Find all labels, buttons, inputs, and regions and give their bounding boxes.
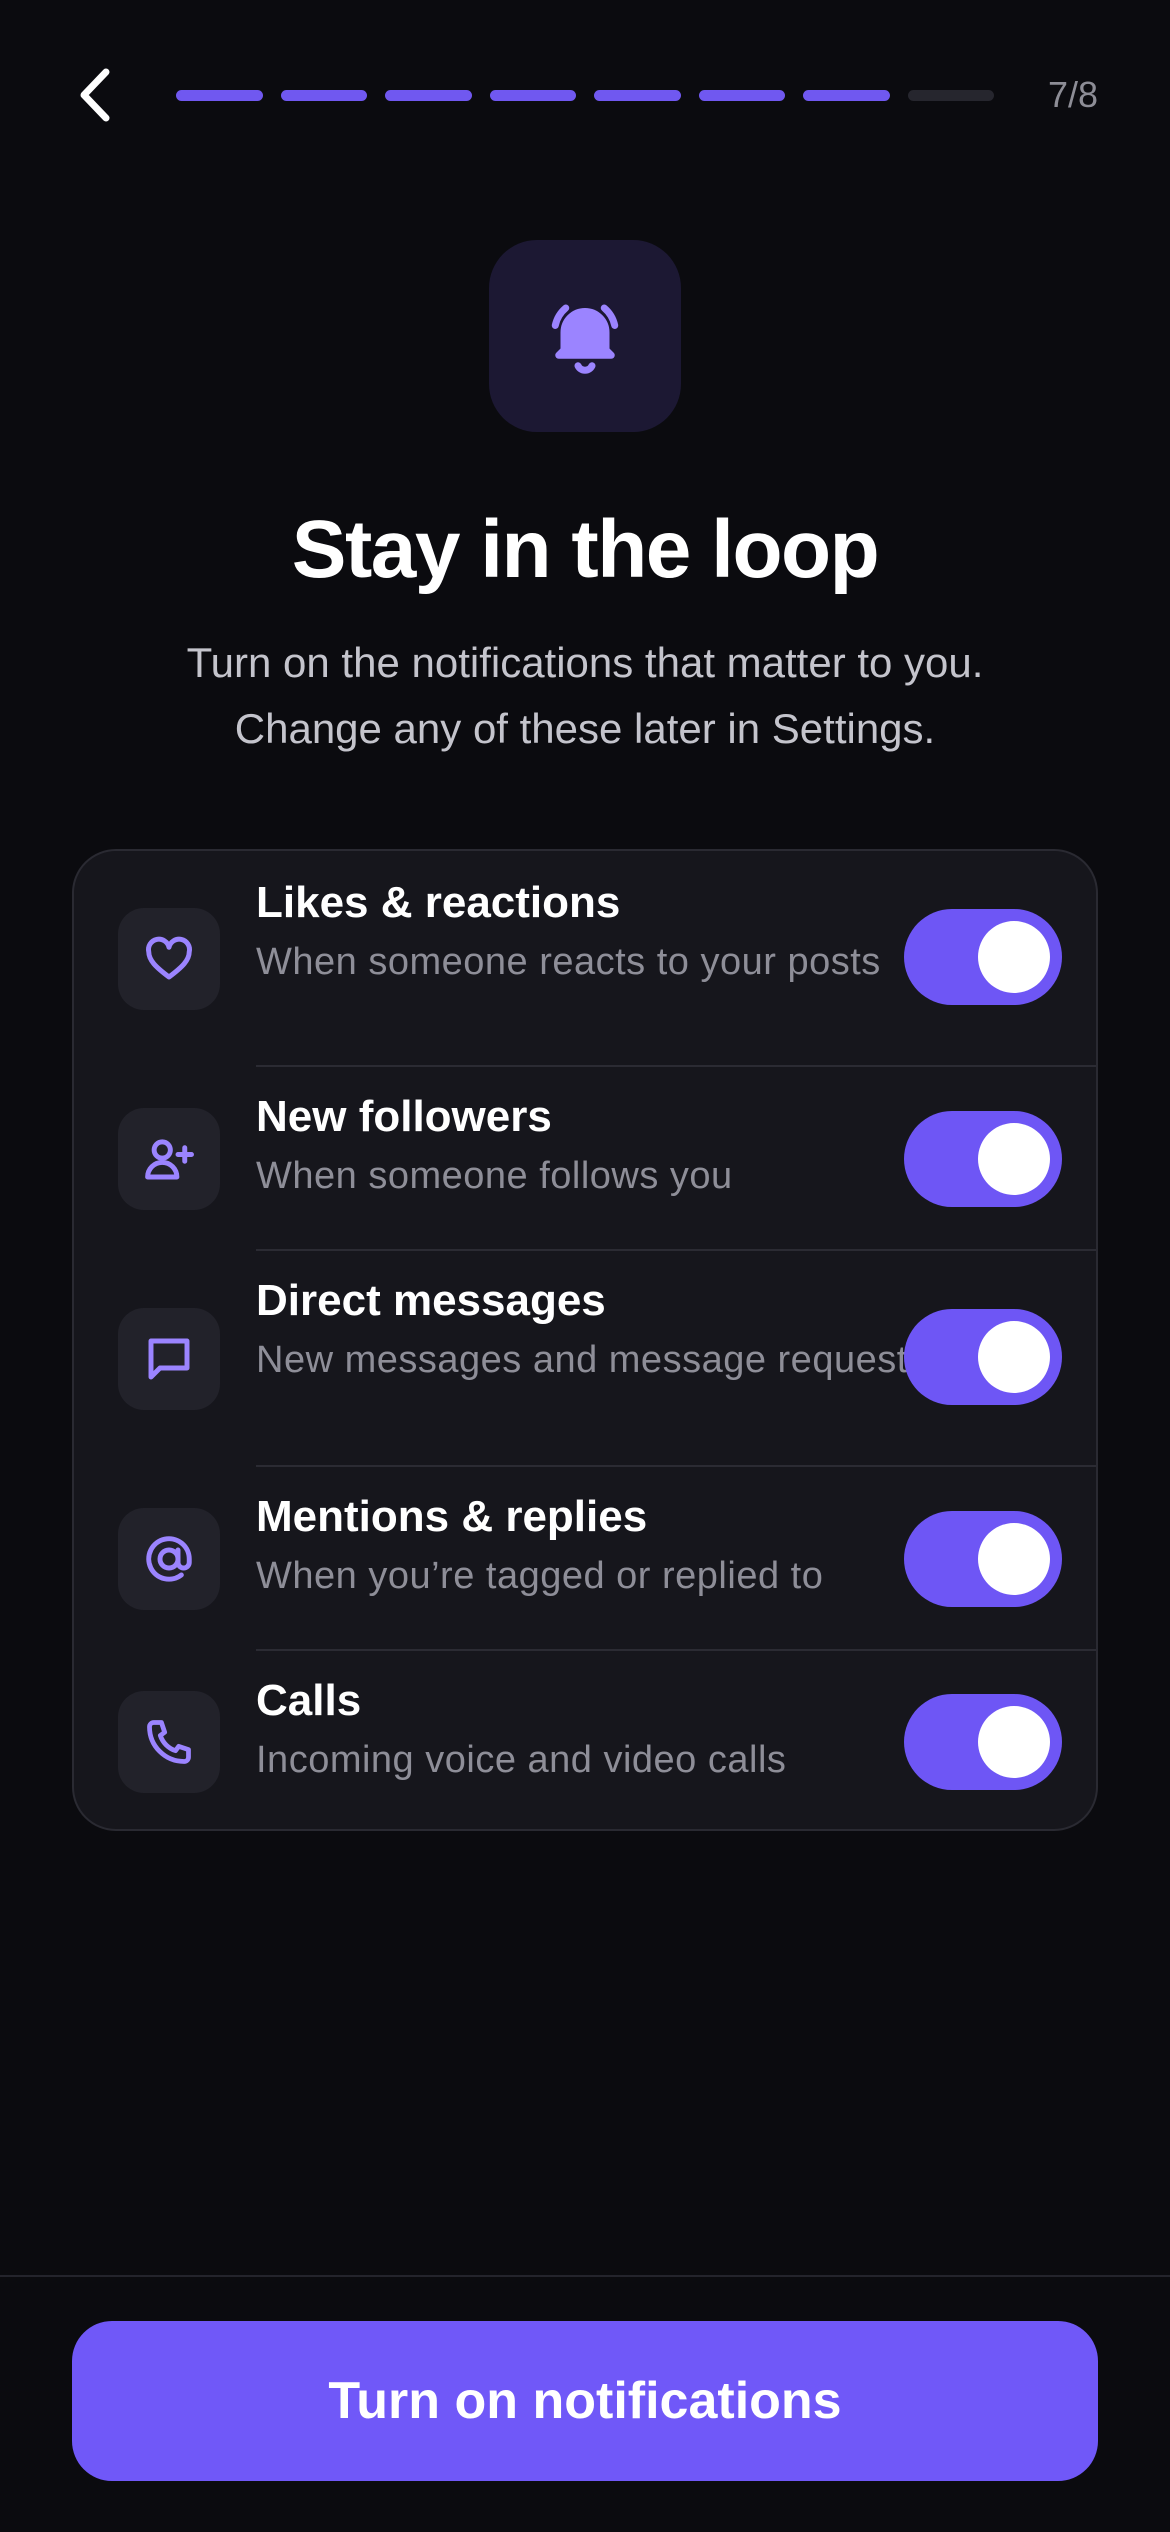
- setting-description: Incoming voice and video calls: [256, 1739, 787, 1781]
- toggle-knob: [978, 1523, 1050, 1595]
- toggle-calls[interactable]: [904, 1694, 1062, 1790]
- notifications-onboarding-screen: 7/8 Stay in the loop Turn on the notific…: [0, 0, 1170, 2532]
- progress-segment: [803, 90, 890, 101]
- subtitle-line: Change any of these later in Settings.: [234, 705, 936, 752]
- setting-description: When someone reacts to your posts: [256, 941, 881, 983]
- chevron-left-icon: [80, 68, 110, 122]
- footer-divider: [0, 2275, 1170, 2277]
- progress-segment: [698, 90, 785, 101]
- toggle-followers[interactable]: [904, 1111, 1062, 1207]
- bell-alert-icon: [551, 304, 619, 374]
- toggle-knob: [978, 1123, 1050, 1195]
- phone-icon: [147, 1720, 191, 1764]
- setting-icon-tile: [118, 1108, 220, 1210]
- progress-segment: [280, 90, 367, 101]
- toggle-knob: [978, 921, 1050, 993]
- progress-segment: [907, 90, 994, 101]
- heart-icon: [146, 936, 192, 980]
- subtitle-line: Turn on the notifications that matter to…: [186, 639, 984, 686]
- setting-row-messages: Direct messages New messages and message…: [74, 1251, 1096, 1467]
- toggle-mentions[interactable]: [904, 1511, 1062, 1607]
- setting-description: When you’re tagged or replied to: [256, 1555, 824, 1597]
- setting-icon-tile: [118, 908, 220, 1010]
- toggle-messages[interactable]: [904, 1309, 1062, 1405]
- page-title: Stay in the loop: [291, 504, 880, 595]
- user-plus-icon: [145, 1139, 194, 1180]
- toggle-knob: [978, 1706, 1050, 1778]
- step-counter: 7/8: [1047, 74, 1098, 115]
- setting-icon-tile: [118, 1508, 220, 1610]
- setting-label: Mentions & replies: [256, 1492, 648, 1541]
- setting-row-followers: New followers When someone follows you: [74, 1067, 1096, 1251]
- message-icon: [148, 1338, 190, 1380]
- setting-row-mentions: Mentions & replies When you’re tagged or…: [74, 1467, 1096, 1651]
- setting-description: When someone follows you: [256, 1155, 733, 1197]
- at-sign-icon: [146, 1536, 192, 1582]
- header: 7/8: [0, 0, 1170, 190]
- progress-segment: [489, 90, 576, 101]
- progress-bar: [176, 90, 994, 101]
- progress-segment: [594, 90, 681, 101]
- back-button[interactable]: [60, 60, 130, 130]
- progress-segment: [176, 90, 263, 101]
- setting-row-calls: Calls Incoming voice and video calls: [74, 1651, 1096, 1829]
- setting-label: New followers: [256, 1092, 552, 1141]
- toggle-knob: [978, 1321, 1050, 1393]
- setting-icon-tile: [118, 1691, 220, 1793]
- notification-settings-card: Likes & reactions When someone reacts to…: [72, 849, 1098, 1831]
- progress-segment: [385, 90, 472, 101]
- setting-label: Calls: [256, 1676, 362, 1725]
- hero-icon-tile: [489, 240, 681, 432]
- setting-label: Likes & reactions: [256, 878, 621, 927]
- setting-label: Direct messages: [256, 1276, 606, 1325]
- page-subtitle: Turn on the notifications that matter to…: [80, 630, 1090, 762]
- setting-row-likes: Likes & reactions When someone reacts to…: [74, 851, 1096, 1067]
- turn-on-notifications-button[interactable]: Turn on notifications: [72, 2321, 1098, 2481]
- setting-description: New messages and message requests: [256, 1339, 928, 1381]
- toggle-likes[interactable]: [904, 909, 1062, 1005]
- setting-icon-tile: [118, 1308, 220, 1410]
